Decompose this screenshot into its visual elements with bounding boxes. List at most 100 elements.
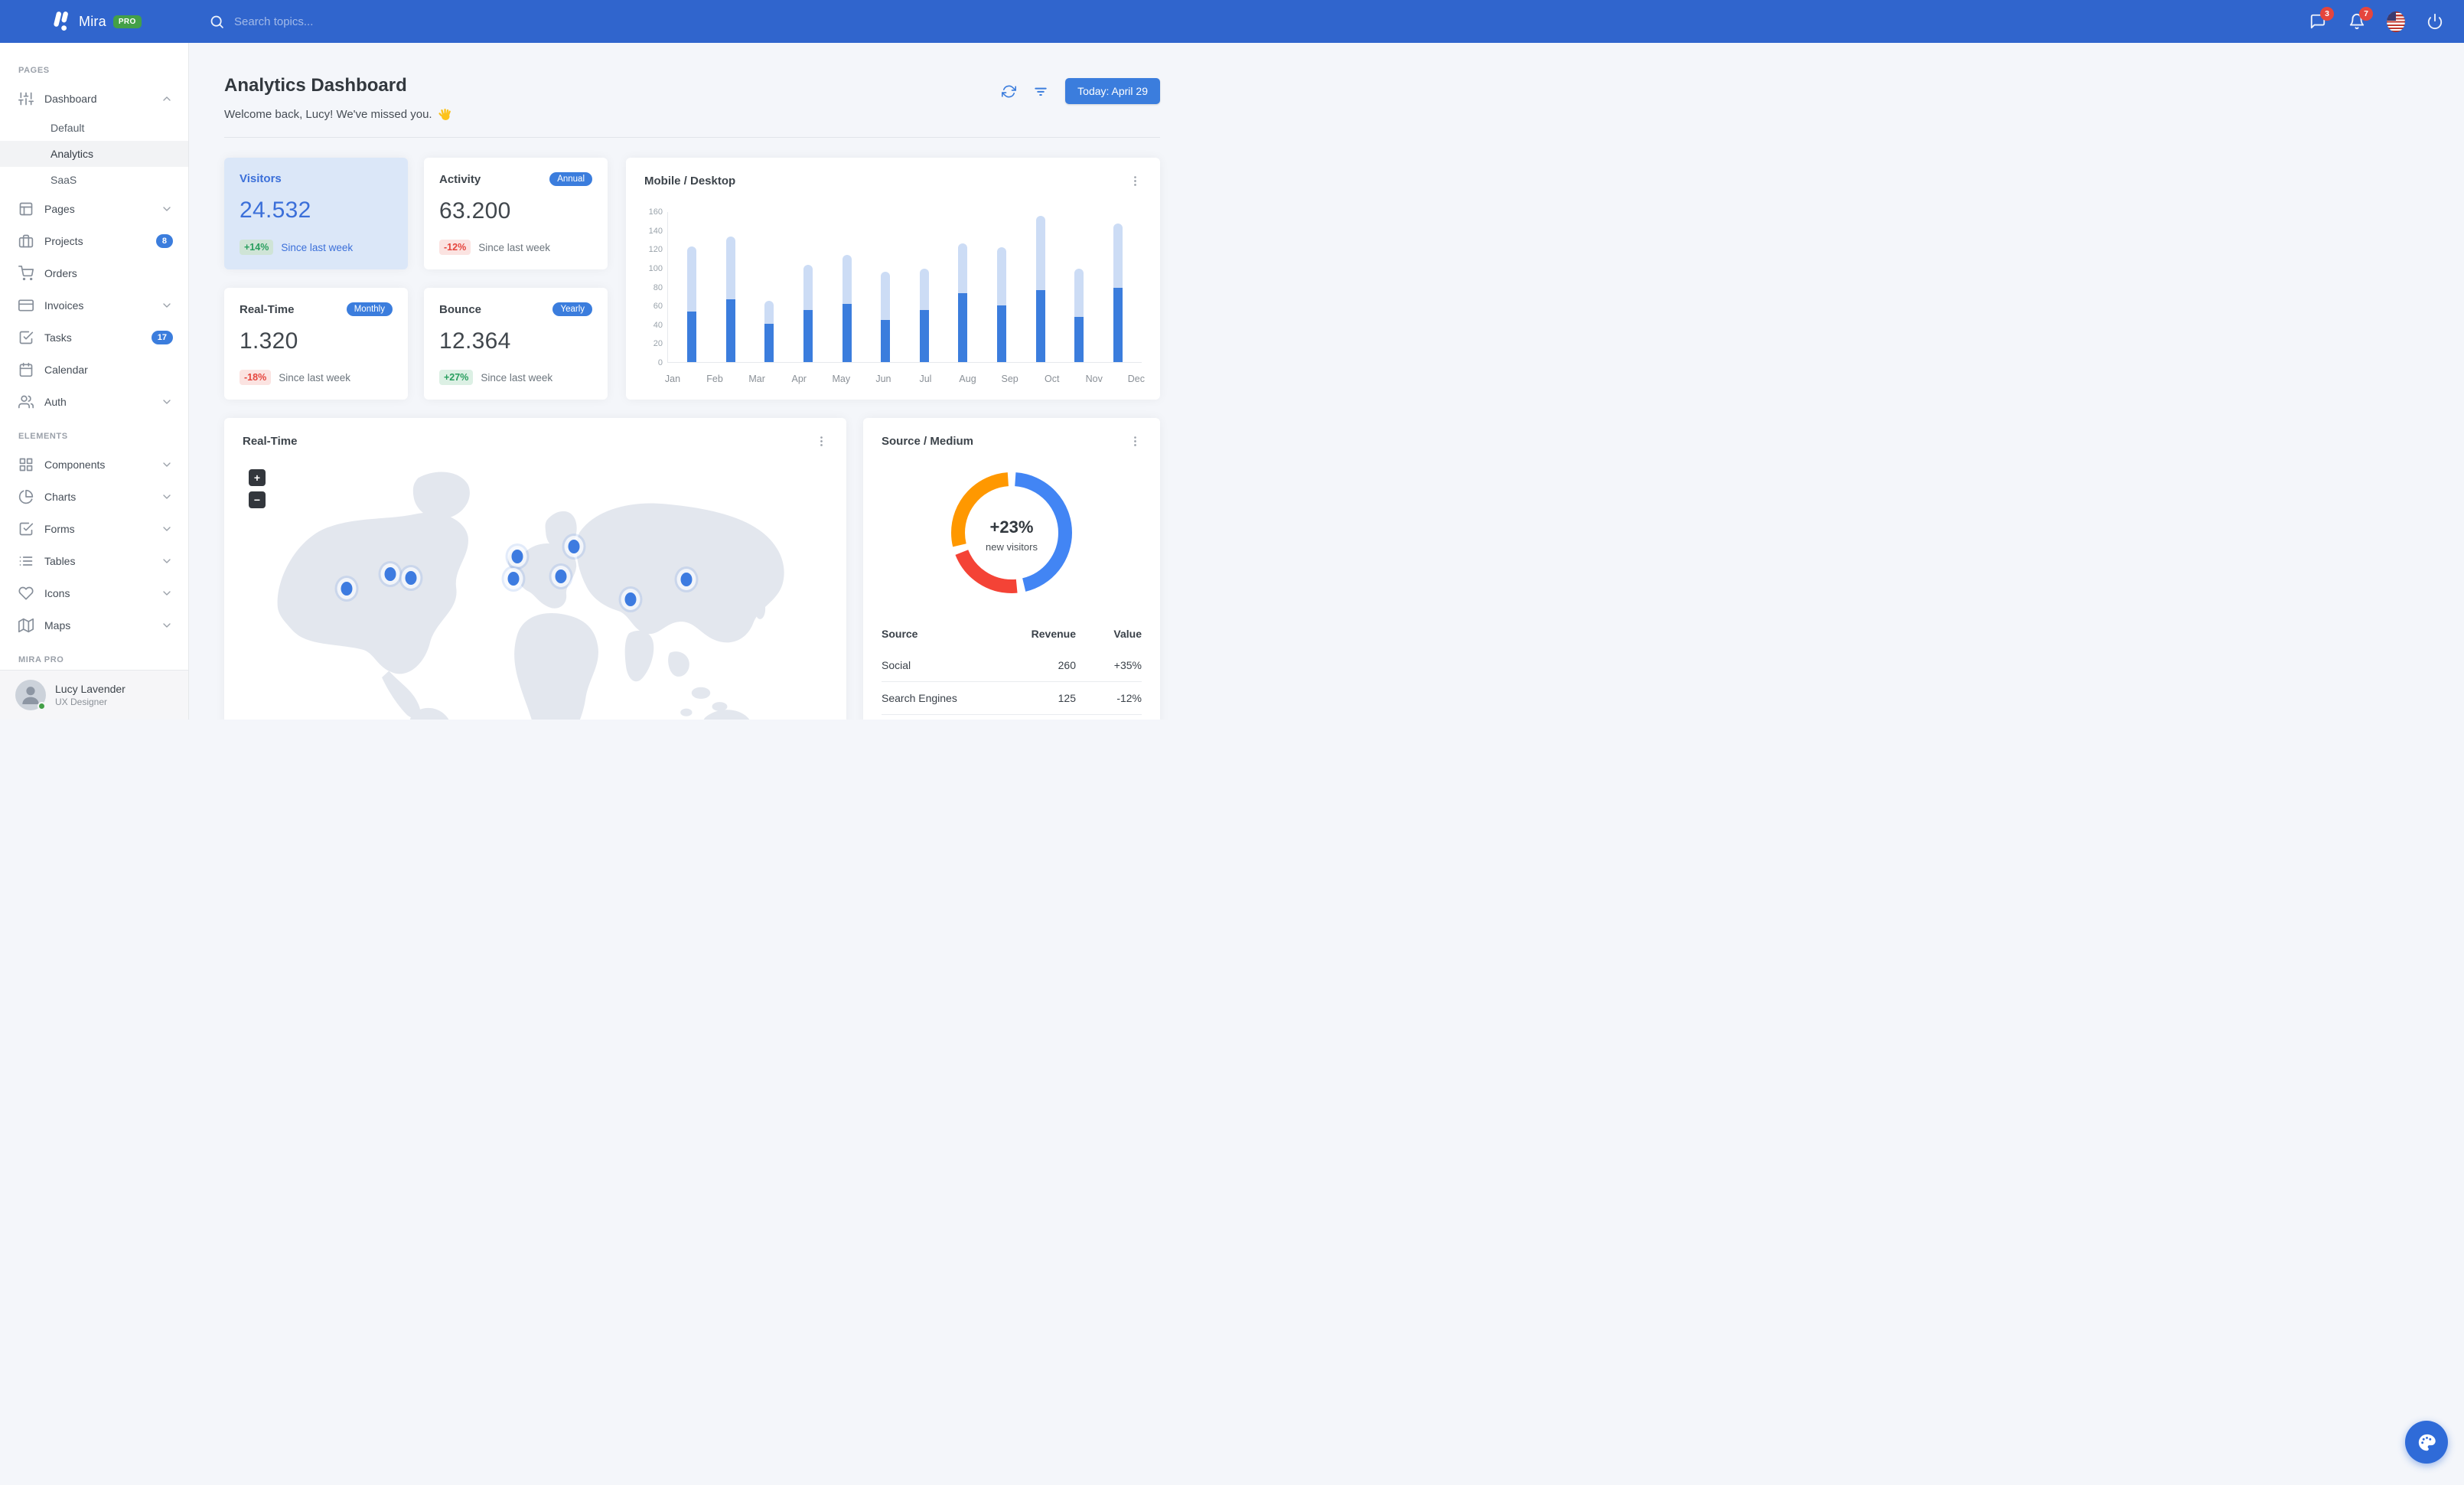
search-input[interactable] <box>234 15 433 28</box>
brand[interactable]: Mira PRO <box>0 11 189 32</box>
x-tick: Mar <box>748 374 765 384</box>
map-marker[interactable] <box>680 572 693 586</box>
bar-jun <box>872 212 898 362</box>
x-tick: Dec <box>1127 374 1145 384</box>
chevron-down-icon <box>161 491 173 503</box>
sidebar-subitem-default[interactable]: Default <box>0 115 188 141</box>
sign-out-button[interactable] <box>2426 12 2444 31</box>
y-tick: 100 <box>648 263 663 273</box>
map-zoom-in-button[interactable]: + <box>249 469 266 486</box>
theme-settings-fab[interactable] <box>2405 1421 2448 1464</box>
source-table: Source Revenue Value Social 260 +35% Search E… <box>882 622 1142 720</box>
x-tick: Jun <box>875 374 891 384</box>
sidebar-item-label: Tasks <box>44 331 72 344</box>
sidebar-item-maps[interactable]: Maps <box>0 609 188 641</box>
kebab-menu-icon[interactable] <box>1129 435 1142 448</box>
map-marker[interactable] <box>511 549 523 563</box>
kebab-menu-icon[interactable] <box>815 435 828 448</box>
map-marker[interactable] <box>341 582 353 596</box>
language-button[interactable] <box>2387 11 2405 32</box>
realtime-map-card: Real-Time + − <box>224 418 846 720</box>
table-row: Direct164+46% <box>882 714 1142 720</box>
bar-jul <box>911 212 937 362</box>
stat-title: Bounce <box>439 302 482 316</box>
sidebar-item-tables[interactable]: Tables <box>0 545 188 577</box>
stat-card-bounce: Bounce Yearly 12.364 +27% Since last week <box>424 288 608 400</box>
stat-period-pill[interactable]: Yearly <box>552 302 592 316</box>
search-bar <box>209 14 2309 30</box>
map-marker[interactable] <box>405 570 417 585</box>
chart-title: Mobile / Desktop <box>644 175 736 188</box>
sidebar-item-charts[interactable]: Charts <box>0 481 188 513</box>
stat-card-real-time: Real-Time Monthly 1.320 -18% Since last week <box>224 288 408 400</box>
sidebar: PAGES Dashboard Default Analytics SaaS Pages P… <box>0 43 189 720</box>
search-icon[interactable] <box>209 14 225 30</box>
pie-chart-icon <box>18 489 34 504</box>
sidebar-item-icons[interactable]: Icons <box>0 577 188 609</box>
refresh-icon[interactable] <box>1002 84 1017 99</box>
sidebar-item-calendar[interactable]: Calendar <box>0 354 188 386</box>
map-marker[interactable] <box>568 540 580 554</box>
sidebar-item-projects[interactable]: Projects 8 <box>0 225 188 257</box>
sidebar-item-dashboard[interactable]: Dashboard <box>0 83 188 115</box>
chevron-down-icon <box>161 587 173 599</box>
sidebar-subitem-saas[interactable]: SaaS <box>0 167 188 193</box>
sidebar-item-pages[interactable]: Pages <box>0 193 188 225</box>
map-marker[interactable] <box>507 571 520 586</box>
source-cell: Direct <box>882 714 1004 720</box>
map-marker[interactable] <box>624 592 637 606</box>
map-card-title: Real-Time <box>243 435 298 448</box>
sidebar-user[interactable]: Lucy Lavender UX Designer <box>0 670 188 720</box>
sidebar-item-components[interactable]: Components <box>0 449 188 481</box>
credit-card-icon <box>18 298 34 313</box>
table-header: Revenue <box>1031 628 1076 640</box>
table-header: Value <box>1113 628 1142 640</box>
y-tick: 140 <box>648 226 663 236</box>
bar-mar <box>756 212 782 362</box>
wave-emoji <box>438 107 452 122</box>
map-marker[interactable] <box>555 570 567 584</box>
map-zoom-out-button[interactable]: − <box>249 491 266 508</box>
date-range-button[interactable]: Today: April 29 <box>1065 78 1160 104</box>
user-role: UX Designer <box>55 697 108 707</box>
sidebar-item-invoices[interactable]: Invoices <box>0 289 188 321</box>
value-cell: +35% <box>1113 659 1142 671</box>
sidebar-badge: 8 <box>155 234 173 248</box>
sidebar-section-label: MIRA PRO <box>18 655 64 664</box>
sidebar-item-orders[interactable]: Orders <box>0 257 188 289</box>
stat-period-label: Since last week <box>478 241 550 253</box>
source-medium-card: Source / Medium +23% new visitors Source… <box>863 418 1160 720</box>
sidebar-item-auth[interactable]: Auth <box>0 386 188 418</box>
grid-icon <box>18 457 34 472</box>
sidebar-subitem-analytics[interactable]: Analytics <box>0 141 188 167</box>
y-tick: 80 <box>653 282 663 292</box>
donut-chart: +23% new visitors <box>947 468 1077 602</box>
value-cell: +46% <box>1076 714 1142 720</box>
bar-chart-plot <box>667 212 1142 363</box>
sidebar-item-label: Orders <box>44 267 77 279</box>
chevron-down-icon <box>161 619 173 632</box>
x-tick: Oct <box>1044 374 1060 384</box>
stat-period-pill[interactable]: Annual <box>549 172 592 186</box>
sidebar-item-tasks[interactable]: Tasks 17 <box>0 321 188 354</box>
world-map: + − <box>243 459 828 720</box>
donut-center-label: new visitors <box>986 540 1038 553</box>
power-icon <box>2427 13 2443 30</box>
chevron-down-icon <box>161 396 173 408</box>
map-marker[interactable] <box>384 567 396 582</box>
stat-delta-badge: -18% <box>240 370 272 385</box>
calendar-icon <box>18 362 34 377</box>
check-square-icon <box>18 330 34 345</box>
revenue-cell: 260 <box>1058 659 1076 671</box>
messages-button[interactable]: 3 <box>2309 7 2334 31</box>
messages-count-badge: 3 <box>2320 7 2334 21</box>
navbar-actions: 3 7 <box>2309 7 2464 32</box>
stat-period-pill[interactable]: Monthly <box>346 302 393 316</box>
stat-cards: Visitors 24.532 +14% Since last week Activit… <box>224 158 608 400</box>
kebab-menu-icon[interactable] <box>1129 175 1142 188</box>
sidebar-item-forms[interactable]: Forms <box>0 513 188 545</box>
bar-dec <box>1105 212 1131 362</box>
value-cell: -12% <box>1076 681 1142 715</box>
filter-icon[interactable] <box>1033 83 1048 99</box>
notifications-button[interactable]: 7 <box>2348 7 2373 31</box>
